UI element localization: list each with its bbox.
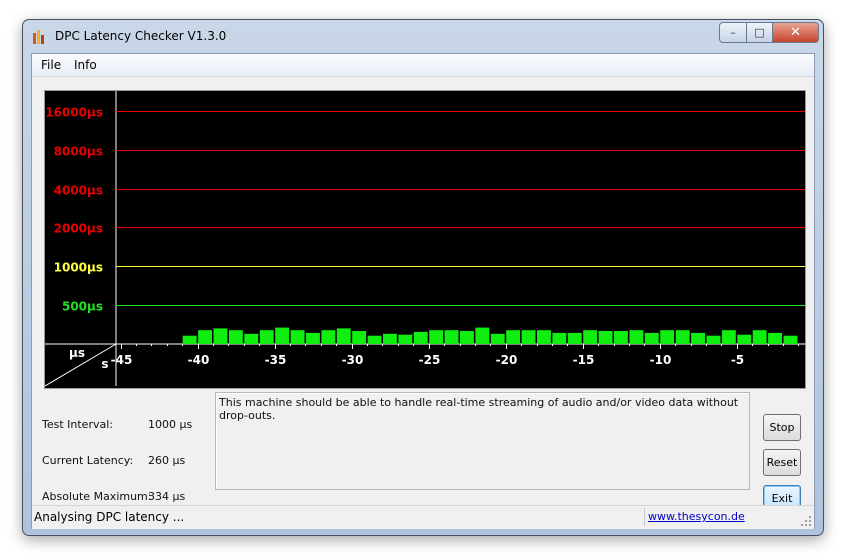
status-text: Analysing DPC latency ... [34, 510, 185, 524]
y-tick-label: 1000µs [54, 261, 103, 275]
latency-bar [675, 330, 690, 344]
latency-bar [228, 330, 243, 344]
close-button[interactable]: ✕ [773, 22, 819, 43]
latency-bar [598, 331, 613, 344]
latency-bar [737, 334, 752, 344]
y-tick-label: 8000µs [54, 145, 103, 159]
test-interval-value: 1000 µs [148, 418, 193, 431]
y-tick-label: 4000µs [54, 184, 103, 198]
current-latency-label: Current Latency: [42, 454, 134, 467]
x-tick-label: -25 [419, 353, 441, 367]
website-link[interactable]: www.thesycon.de [648, 510, 745, 523]
maximize-button[interactable]: □ [747, 22, 773, 43]
y-tick-label: 2000µs [54, 222, 103, 236]
title-bar[interactable]: DPC Latency Checker V1.3.0 – □ ✕ [23, 20, 823, 53]
x-tick-label: -15 [573, 353, 595, 367]
menu-info[interactable]: Info [74, 58, 97, 72]
x-unit-label: s [101, 357, 108, 371]
latency-bar [537, 330, 551, 344]
latency-bar [629, 330, 644, 344]
window-title: DPC Latency Checker V1.3.0 [55, 29, 227, 43]
latency-bar [783, 335, 798, 344]
x-tick-label: -30 [342, 353, 364, 367]
latency-graph: 16000µs 8000µs 4000µs 2000µs 1000µs 500µs -45 -… [44, 90, 806, 389]
latency-bar [383, 333, 397, 344]
y-tick-label: 500µs [62, 300, 103, 314]
latency-bar [429, 330, 444, 344]
latency-chart: 16000µs 8000µs 4000µs 2000µs 1000µs 500µs -45 -… [45, 91, 805, 387]
latency-bar [752, 330, 767, 344]
x-tick-label: -10 [650, 353, 672, 367]
latency-bar [475, 327, 490, 344]
latency-bar [213, 328, 228, 344]
latency-bar [706, 335, 721, 344]
menu-bar: File Info [32, 54, 814, 77]
latency-bar [290, 330, 305, 344]
latency-bar [336, 328, 351, 344]
y-unit-label: µs [69, 346, 85, 360]
resize-grip-icon[interactable] [800, 515, 812, 527]
app-window: DPC Latency Checker V1.3.0 – □ ✕ File In… [22, 19, 824, 536]
latency-bar [768, 332, 782, 344]
latency-bar [521, 330, 536, 344]
status-separator [644, 508, 645, 526]
latency-bar [506, 330, 521, 344]
latency-bar [490, 333, 505, 344]
absolute-maximum-label: Absolute Maximum: [42, 490, 152, 503]
latency-bar [660, 330, 675, 344]
latency-bar [182, 335, 197, 344]
x-tick-label: -5 [731, 353, 744, 367]
latency-bar [691, 332, 705, 344]
absolute-maximum-value: 334 µs [148, 490, 186, 503]
message-text: This machine should be able to handle re… [219, 396, 739, 422]
status-bar: Analysing DPC latency ... www.thesycon.d… [32, 505, 814, 529]
x-tick-label: -20 [496, 353, 518, 367]
latency-bar [198, 330, 212, 344]
minimize-button[interactable]: – [719, 22, 747, 43]
latency-bar [275, 327, 290, 344]
latency-bar [552, 332, 567, 344]
x-tick-label: -35 [265, 353, 287, 367]
client-area: File Info 16000µs 8000µs 4000µs 2000µs 1000µ… [31, 53, 815, 529]
latency-bar [413, 331, 428, 344]
current-latency-value: 260 µs [148, 454, 186, 467]
latency-bar [352, 331, 367, 344]
message-box: This machine should be able to handle re… [215, 392, 750, 490]
latency-bar [721, 330, 736, 344]
latency-bar [306, 332, 320, 344]
latency-bar [567, 332, 582, 344]
latency-bar [367, 335, 382, 344]
latency-bar [644, 332, 659, 344]
reset-button[interactable]: Reset [763, 449, 801, 476]
y-tick-label: 16000µs [45, 106, 103, 120]
latency-bar [321, 330, 336, 344]
latency-bar [614, 331, 628, 344]
latency-bar [398, 334, 413, 344]
stop-button[interactable]: Stop [763, 414, 801, 441]
latency-bar [444, 330, 459, 344]
x-tick-label: -45 [111, 353, 133, 367]
latency-bar [583, 330, 598, 344]
latency-bar [244, 333, 259, 344]
latency-bar [259, 330, 274, 344]
bar-chart-icon [33, 30, 47, 44]
latency-bar [460, 331, 474, 344]
menu-file[interactable]: File [41, 58, 61, 72]
x-tick-label: -40 [188, 353, 210, 367]
test-interval-label: Test Interval: [42, 418, 113, 431]
